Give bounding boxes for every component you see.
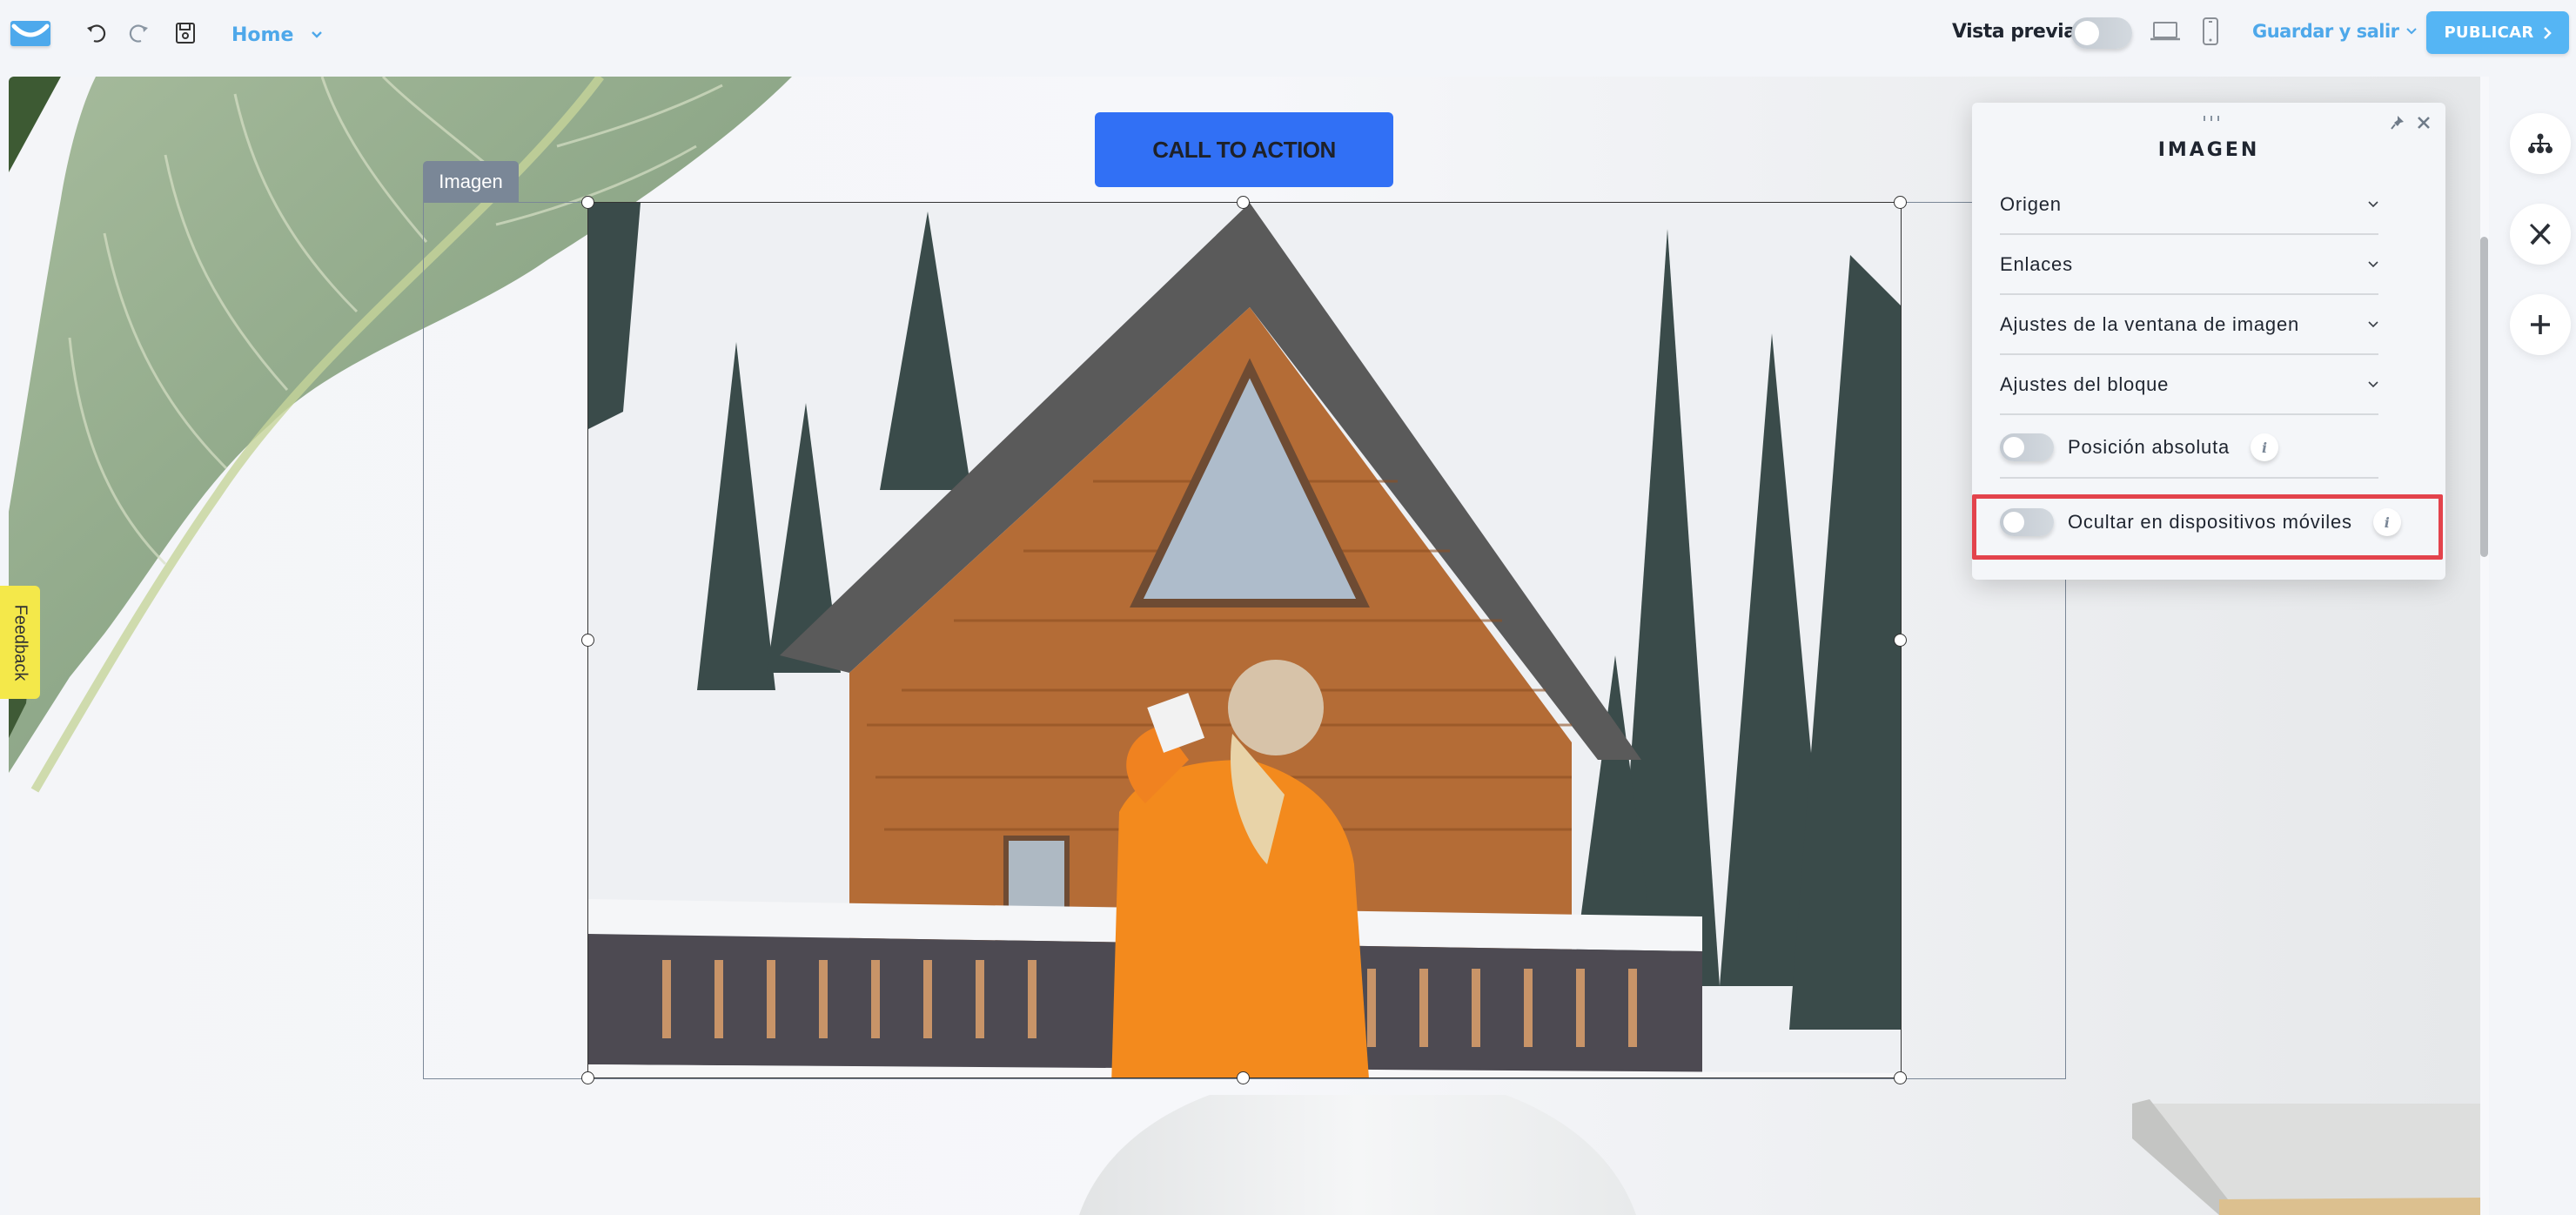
phone-icon[interactable] — [2197, 17, 2224, 45]
section-block-settings[interactable]: Ajustes del bloque — [2000, 355, 2378, 415]
info-icon[interactable]: i — [2372, 508, 2401, 536]
resize-handle-top-left[interactable] — [581, 196, 594, 209]
section-label: Origen — [2000, 192, 2062, 215]
drag-handle-icon[interactable] — [2204, 116, 2219, 121]
feedback-label: Feedback — [10, 604, 30, 681]
toggle-knob — [2003, 437, 2024, 458]
toggle-knob — [2075, 21, 2099, 45]
hide-on-mobile-row: Ocultar en dispositivos móviles i — [2000, 508, 2401, 536]
resize-handle-bottom-left[interactable] — [581, 1071, 594, 1084]
save-and-exit-button[interactable]: Guardar y salir — [2252, 21, 2417, 42]
chevron-right-icon — [2543, 26, 2552, 39]
divider — [2000, 477, 2378, 479]
selected-image[interactable] — [587, 202, 1902, 1078]
info-icon[interactable]: i — [2251, 433, 2279, 461]
resize-handle-bottom[interactable] — [1237, 1071, 1250, 1084]
section-enlaces[interactable]: Enlaces — [2000, 235, 2378, 295]
resize-handle-top-right[interactable] — [1894, 196, 1907, 209]
undo-icon[interactable] — [83, 19, 111, 47]
redo-icon[interactable] — [124, 19, 152, 47]
design-tools-button[interactable] — [2510, 204, 2571, 265]
absolute-position-label: Posición absoluta — [2068, 436, 2231, 458]
section-label: Enlaces — [2000, 252, 2073, 275]
top-bar: Home Vista previa Guardar y salir PUBLIC… — [0, 0, 2576, 73]
pin-icon[interactable] — [2390, 115, 2405, 135]
winter-cabin-photo — [588, 203, 1901, 1077]
publish-button[interactable]: PUBLICAR — [2426, 11, 2569, 54]
section-origen[interactable]: Origen — [2000, 175, 2378, 235]
page-selector-label: Home — [231, 23, 294, 46]
scrollbar-thumb[interactable] — [2480, 237, 2488, 557]
chevron-down-icon — [2405, 28, 2417, 35]
chevron-down-icon — [2368, 380, 2378, 387]
section-label: Ajustes de la ventana de imagen — [2000, 312, 2300, 335]
chevron-down-icon — [2368, 260, 2378, 267]
block-type-tag: Imagen — [423, 161, 519, 202]
save-and-exit-label: Guardar y salir — [2252, 21, 2399, 42]
chevron-down-icon — [2368, 320, 2378, 327]
laptop-icon[interactable] — [2150, 17, 2181, 45]
save-icon[interactable] — [171, 19, 199, 47]
publish-label: PUBLICAR — [2444, 23, 2534, 42]
resize-handle-top[interactable] — [1237, 196, 1250, 209]
section-label: Ajustes del bloque — [2000, 373, 2170, 395]
panel-title: IMAGEN — [2157, 139, 2260, 161]
section-image-window-settings[interactable]: Ajustes de la ventana de imagen — [2000, 295, 2378, 355]
page-selector[interactable]: Home — [231, 21, 323, 49]
toggle-knob — [2003, 512, 2024, 533]
add-element-button[interactable] — [2510, 294, 2571, 355]
chevron-down-icon — [312, 31, 323, 38]
design-tools-icon — [2529, 223, 2552, 245]
hide-on-mobile-toggle[interactable] — [2000, 508, 2054, 536]
call-to-action-button[interactable]: CALL TO ACTION — [1095, 112, 1393, 187]
sitemap-icon — [2528, 133, 2553, 153]
chevron-down-icon — [2368, 200, 2378, 207]
image-settings-panel: IMAGEN Origen Enlaces Ajustes de la vent… — [1972, 103, 2445, 580]
hide-on-mobile-label: Ocultar en dispositivos móviles — [2068, 511, 2352, 533]
resize-handle-left[interactable] — [581, 634, 594, 647]
add-icon — [2531, 315, 2550, 334]
preview-label: Vista previa — [1952, 21, 2076, 43]
resize-handle-bottom-right[interactable] — [1894, 1071, 1907, 1084]
close-icon[interactable] — [2416, 115, 2432, 135]
cta-label: CALL TO ACTION — [1152, 136, 1336, 163]
resize-handle-right[interactable] — [1894, 634, 1907, 647]
feedback-tab[interactable]: Feedback — [0, 586, 40, 699]
preview-toggle[interactable] — [2071, 17, 2132, 49]
absolute-position-toggle[interactable] — [2000, 433, 2054, 461]
structure-button[interactable] — [2510, 113, 2571, 174]
getresponse-logo[interactable] — [10, 21, 50, 46]
absolute-position-row: Posición absoluta i — [2000, 433, 2279, 461]
